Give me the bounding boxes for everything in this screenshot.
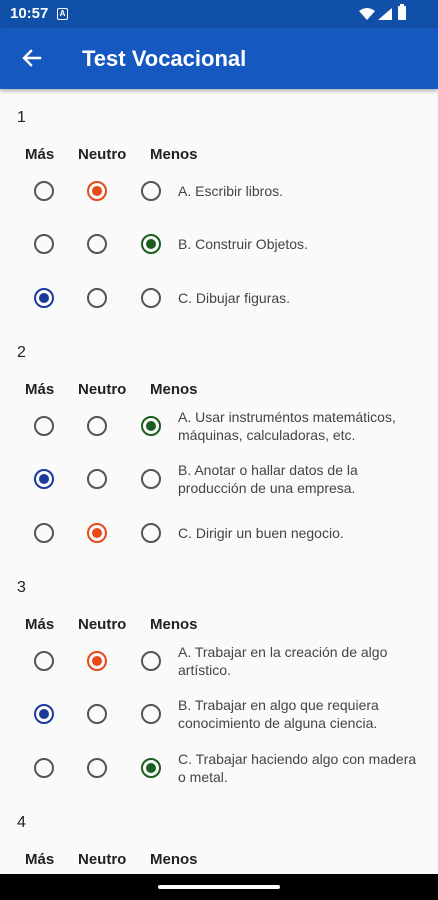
option-text: C. Dirigir un buen negocio. xyxy=(178,525,344,541)
radio-menos[interactable] xyxy=(141,704,161,724)
option-text: B. Construir Objetos. xyxy=(178,236,308,252)
notification-icon: A xyxy=(57,8,68,20)
column-header-mas: Más xyxy=(25,146,55,163)
option-text: C. Dibujar figuras. xyxy=(178,290,291,306)
radio-menos[interactable] xyxy=(141,651,161,671)
status-bar: 10:57 A xyxy=(0,0,438,28)
option-text: C. Trabajar haciendo algo con madera o m… xyxy=(178,751,417,785)
question-number: 4 xyxy=(17,814,26,831)
radio-mas[interactable] xyxy=(34,651,54,671)
option-row: C. Dibujar figuras. xyxy=(0,274,438,322)
radio-mas[interactable] xyxy=(34,234,54,254)
option-text: B. Anotar o hallar datos de la producció… xyxy=(178,462,358,496)
question-number: 1 xyxy=(17,109,26,126)
radio-menos[interactable] xyxy=(141,181,161,201)
column-header-mas: Más xyxy=(25,851,55,868)
option-row: A. Escribir libros. xyxy=(0,167,438,215)
question-list[interactable]: 1 Más Neutro Menos A. Escribir libros. B… xyxy=(0,89,438,874)
column-header-neutro: Neutro xyxy=(78,851,127,868)
radio-neutro[interactable] xyxy=(87,523,107,543)
radio-mas[interactable] xyxy=(34,704,54,724)
question-number: 2 xyxy=(17,344,26,361)
column-header-neutro: Neutro xyxy=(78,381,127,398)
column-header-neutro: Neutro xyxy=(78,616,127,633)
option-text: A. Usar instruméntos matemáticos, máquin… xyxy=(178,409,396,443)
option-text: A. Trabajar en la creación de algo artís… xyxy=(178,644,388,678)
radio-mas[interactable] xyxy=(34,469,54,489)
radio-neutro[interactable] xyxy=(87,288,107,308)
radio-menos[interactable] xyxy=(141,288,161,308)
column-header-menos: Menos xyxy=(150,146,198,163)
radio-neutro[interactable] xyxy=(87,469,107,489)
radio-neutro[interactable] xyxy=(87,704,107,724)
option-row: B. Anotar o hallar datos de la producció… xyxy=(0,455,438,503)
radio-menos[interactable] xyxy=(141,523,161,543)
column-header-mas: Más xyxy=(25,616,55,633)
radio-mas[interactable] xyxy=(34,416,54,436)
wifi-icon xyxy=(359,8,375,20)
arrow-back-icon xyxy=(22,49,42,67)
radio-menos[interactable] xyxy=(141,469,161,489)
page-title: Test Vocacional xyxy=(82,46,247,71)
option-row: B. Trabajar en algo que requiera conocim… xyxy=(0,690,438,738)
home-handle[interactable] xyxy=(158,885,280,889)
radio-mas[interactable] xyxy=(34,181,54,201)
status-time: 10:57 xyxy=(10,5,49,22)
column-header-neutro: Neutro xyxy=(78,146,127,163)
radio-neutro[interactable] xyxy=(87,416,107,436)
question-number: 3 xyxy=(17,579,26,596)
option-row: C. Trabajar haciendo algo con madera o m… xyxy=(0,744,438,792)
radio-menos[interactable] xyxy=(141,416,161,436)
option-row: A. Trabajar en la creación de algo artís… xyxy=(0,637,438,685)
radio-mas[interactable] xyxy=(34,288,54,308)
radio-neutro[interactable] xyxy=(87,651,107,671)
column-header-mas: Más xyxy=(25,381,55,398)
radio-menos[interactable] xyxy=(141,758,161,778)
app-bar: Test Vocacional xyxy=(0,28,438,89)
signal-icon xyxy=(378,8,392,20)
radio-neutro[interactable] xyxy=(87,181,107,201)
radio-mas[interactable] xyxy=(34,758,54,778)
column-header-menos: Menos xyxy=(150,616,198,633)
option-row: C. Dirigir un buen negocio. xyxy=(0,509,438,557)
battery-icon xyxy=(398,4,406,20)
column-header-menos: Menos xyxy=(150,851,198,868)
option-row: B. Construir Objetos. xyxy=(0,220,438,268)
option-text: B. Trabajar en algo que requiera conocim… xyxy=(178,697,379,731)
radio-neutro[interactable] xyxy=(87,758,107,778)
radio-neutro[interactable] xyxy=(87,234,107,254)
radio-mas[interactable] xyxy=(34,523,54,543)
navigation-bar xyxy=(0,874,438,900)
option-text: A. Escribir libros. xyxy=(178,183,284,199)
radio-menos[interactable] xyxy=(141,234,161,254)
back-button[interactable] xyxy=(10,36,54,80)
column-header-menos: Menos xyxy=(150,381,198,398)
option-row: A. Usar instruméntos matemáticos, máquin… xyxy=(0,402,438,450)
